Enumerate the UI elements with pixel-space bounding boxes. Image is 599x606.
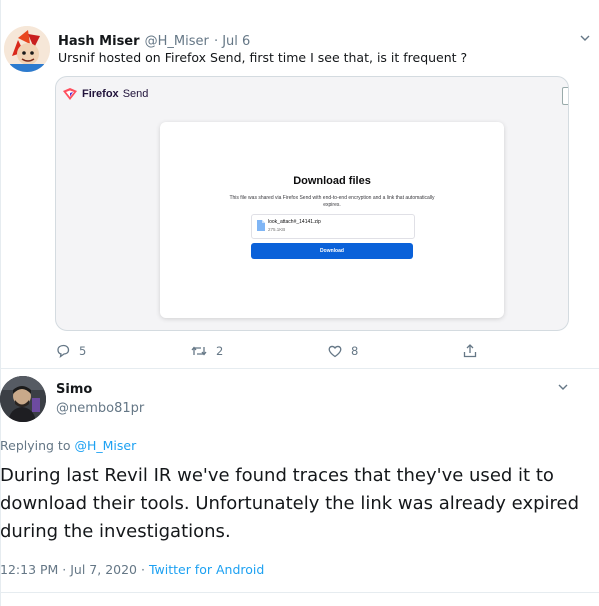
firefox-send-logo-icon (63, 88, 77, 100)
avatar-image (0, 376, 46, 422)
file-size: 275.1KB (268, 227, 286, 232)
like-count: 8 (351, 344, 359, 358)
reply-action[interactable]: 5 (55, 343, 86, 359)
like-action[interactable]: 8 (327, 343, 358, 359)
tweet-source-link[interactable]: Twitter for Android (149, 562, 264, 577)
firefox-brand-suffix: Send (122, 88, 149, 100)
file-item: look_attach#_14141.zip 275.1KB (251, 214, 415, 239)
retweet-icon (191, 346, 207, 356)
firefox-send-brand: Firefox Send (62, 87, 148, 101)
main-tweet-text: During last Revil IR we've found traces … (0, 465, 580, 542)
modal-description: This file was shared via Firefox Send wi… (229, 195, 435, 208)
tweet-separator (0, 368, 599, 369)
tweet-timestamp[interactable]: 12:13 PM · Jul 7, 2020 · (0, 562, 145, 577)
retweet-count: 2 (216, 344, 224, 358)
quoted-tweet-date[interactable]: · Jul 6 (214, 34, 250, 49)
heart-icon (328, 345, 342, 358)
firefox-brand-name: Firefox (82, 88, 119, 100)
main-author-name[interactable]: Simo (56, 382, 92, 397)
avatar-simo[interactable] (0, 376, 46, 422)
tweet-meta: 12:13 PM · Jul 7, 2020 · Twitter for And… (0, 562, 264, 577)
card-edge-marker (562, 87, 568, 105)
main-author-handle[interactable]: @nembo81pr (56, 401, 144, 416)
link-card-firefox-send[interactable]: Firefox Send Download files This file wa… (55, 76, 569, 331)
avatar-image (4, 26, 50, 72)
replying-to: Replying to @H_Miser (0, 438, 136, 453)
download-button[interactable]: Download (251, 243, 413, 259)
chevron-down-icon[interactable] (556, 380, 570, 394)
download-modal: Download files This file was shared via … (160, 122, 504, 318)
quoted-author-handle[interactable]: @H_Miser (145, 34, 209, 49)
reply-icon (57, 344, 70, 358)
quoted-author-name[interactable]: Hash Miser (58, 34, 140, 49)
avatar-hash-miser[interactable] (4, 26, 50, 72)
bottom-separator (0, 592, 599, 593)
replying-to-handle-link[interactable]: @H_Miser (74, 438, 136, 453)
modal-title: Download files (293, 175, 371, 187)
file-name: look_attach#_14141.zip (268, 219, 321, 225)
chevron-down-icon[interactable] (578, 31, 592, 45)
share-icon (463, 344, 477, 358)
quoted-tweet-text: Ursnif hosted on Firefox Send, first tim… (58, 50, 468, 65)
share-action[interactable] (462, 343, 478, 359)
file-icon (257, 220, 265, 231)
reply-count: 5 (79, 344, 87, 358)
quoted-tweet-header: Hash Miser @H_Miser · Jul 6 (58, 30, 250, 49)
replying-to-prefix: Replying to (0, 438, 71, 453)
retweet-action[interactable]: 2 (190, 343, 223, 359)
